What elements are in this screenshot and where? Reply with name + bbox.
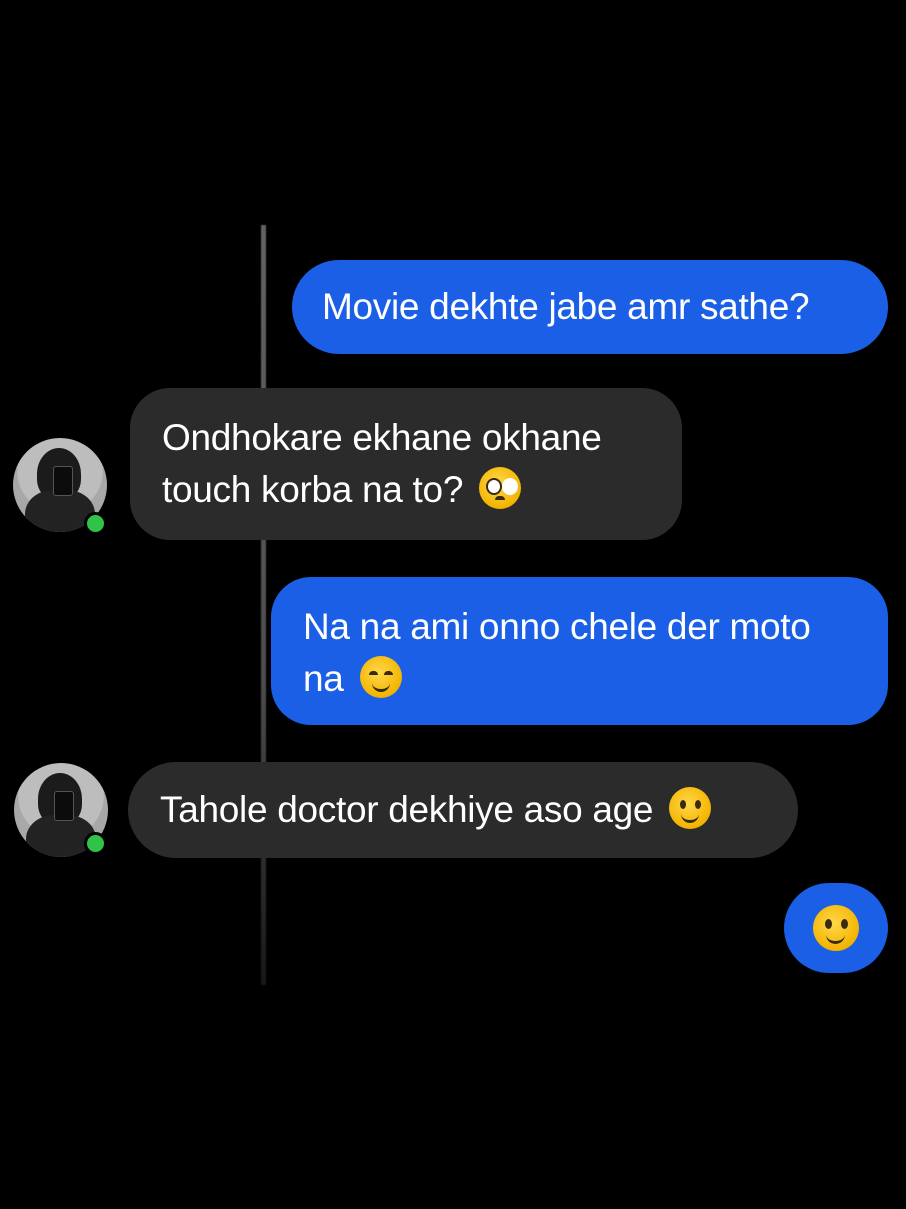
slightly-smiling-face-icon bbox=[669, 787, 712, 829]
sent-message-bubble[interactable]: Na na ami onno chele der moto na bbox=[271, 577, 888, 725]
received-message-bubble[interactable]: Ondhokare ekhane okhane touch korba na t… bbox=[130, 388, 682, 540]
smiling-blush-face-icon bbox=[359, 656, 402, 698]
received-message-bubble[interactable]: Tahole doctor dekhiye aso age bbox=[128, 762, 798, 858]
message-text-line2: na bbox=[303, 658, 344, 699]
message-text: Tahole doctor dekhiye aso age bbox=[160, 789, 654, 830]
sent-emoji-message-bubble[interactable] bbox=[784, 883, 888, 973]
pleading-face-icon bbox=[479, 467, 522, 509]
sent-message-bubble[interactable]: Movie dekhte jabe amr sathe? bbox=[292, 260, 888, 354]
chat-thread: Movie dekhte jabe amr sathe? Ondhokare e… bbox=[0, 0, 906, 1209]
message-text-line1: Ondhokare ekhane okhane bbox=[162, 417, 602, 458]
slightly-smiling-face-icon bbox=[813, 905, 859, 951]
message-text: Movie dekhte jabe amr sathe? bbox=[322, 286, 810, 327]
message-text-line1: Na na ami onno chele der moto bbox=[303, 606, 811, 647]
online-status-dot bbox=[84, 832, 107, 855]
online-status-dot bbox=[84, 512, 107, 535]
screen-glare-line bbox=[261, 225, 266, 985]
message-text-line2: touch korba na to? bbox=[162, 469, 464, 510]
